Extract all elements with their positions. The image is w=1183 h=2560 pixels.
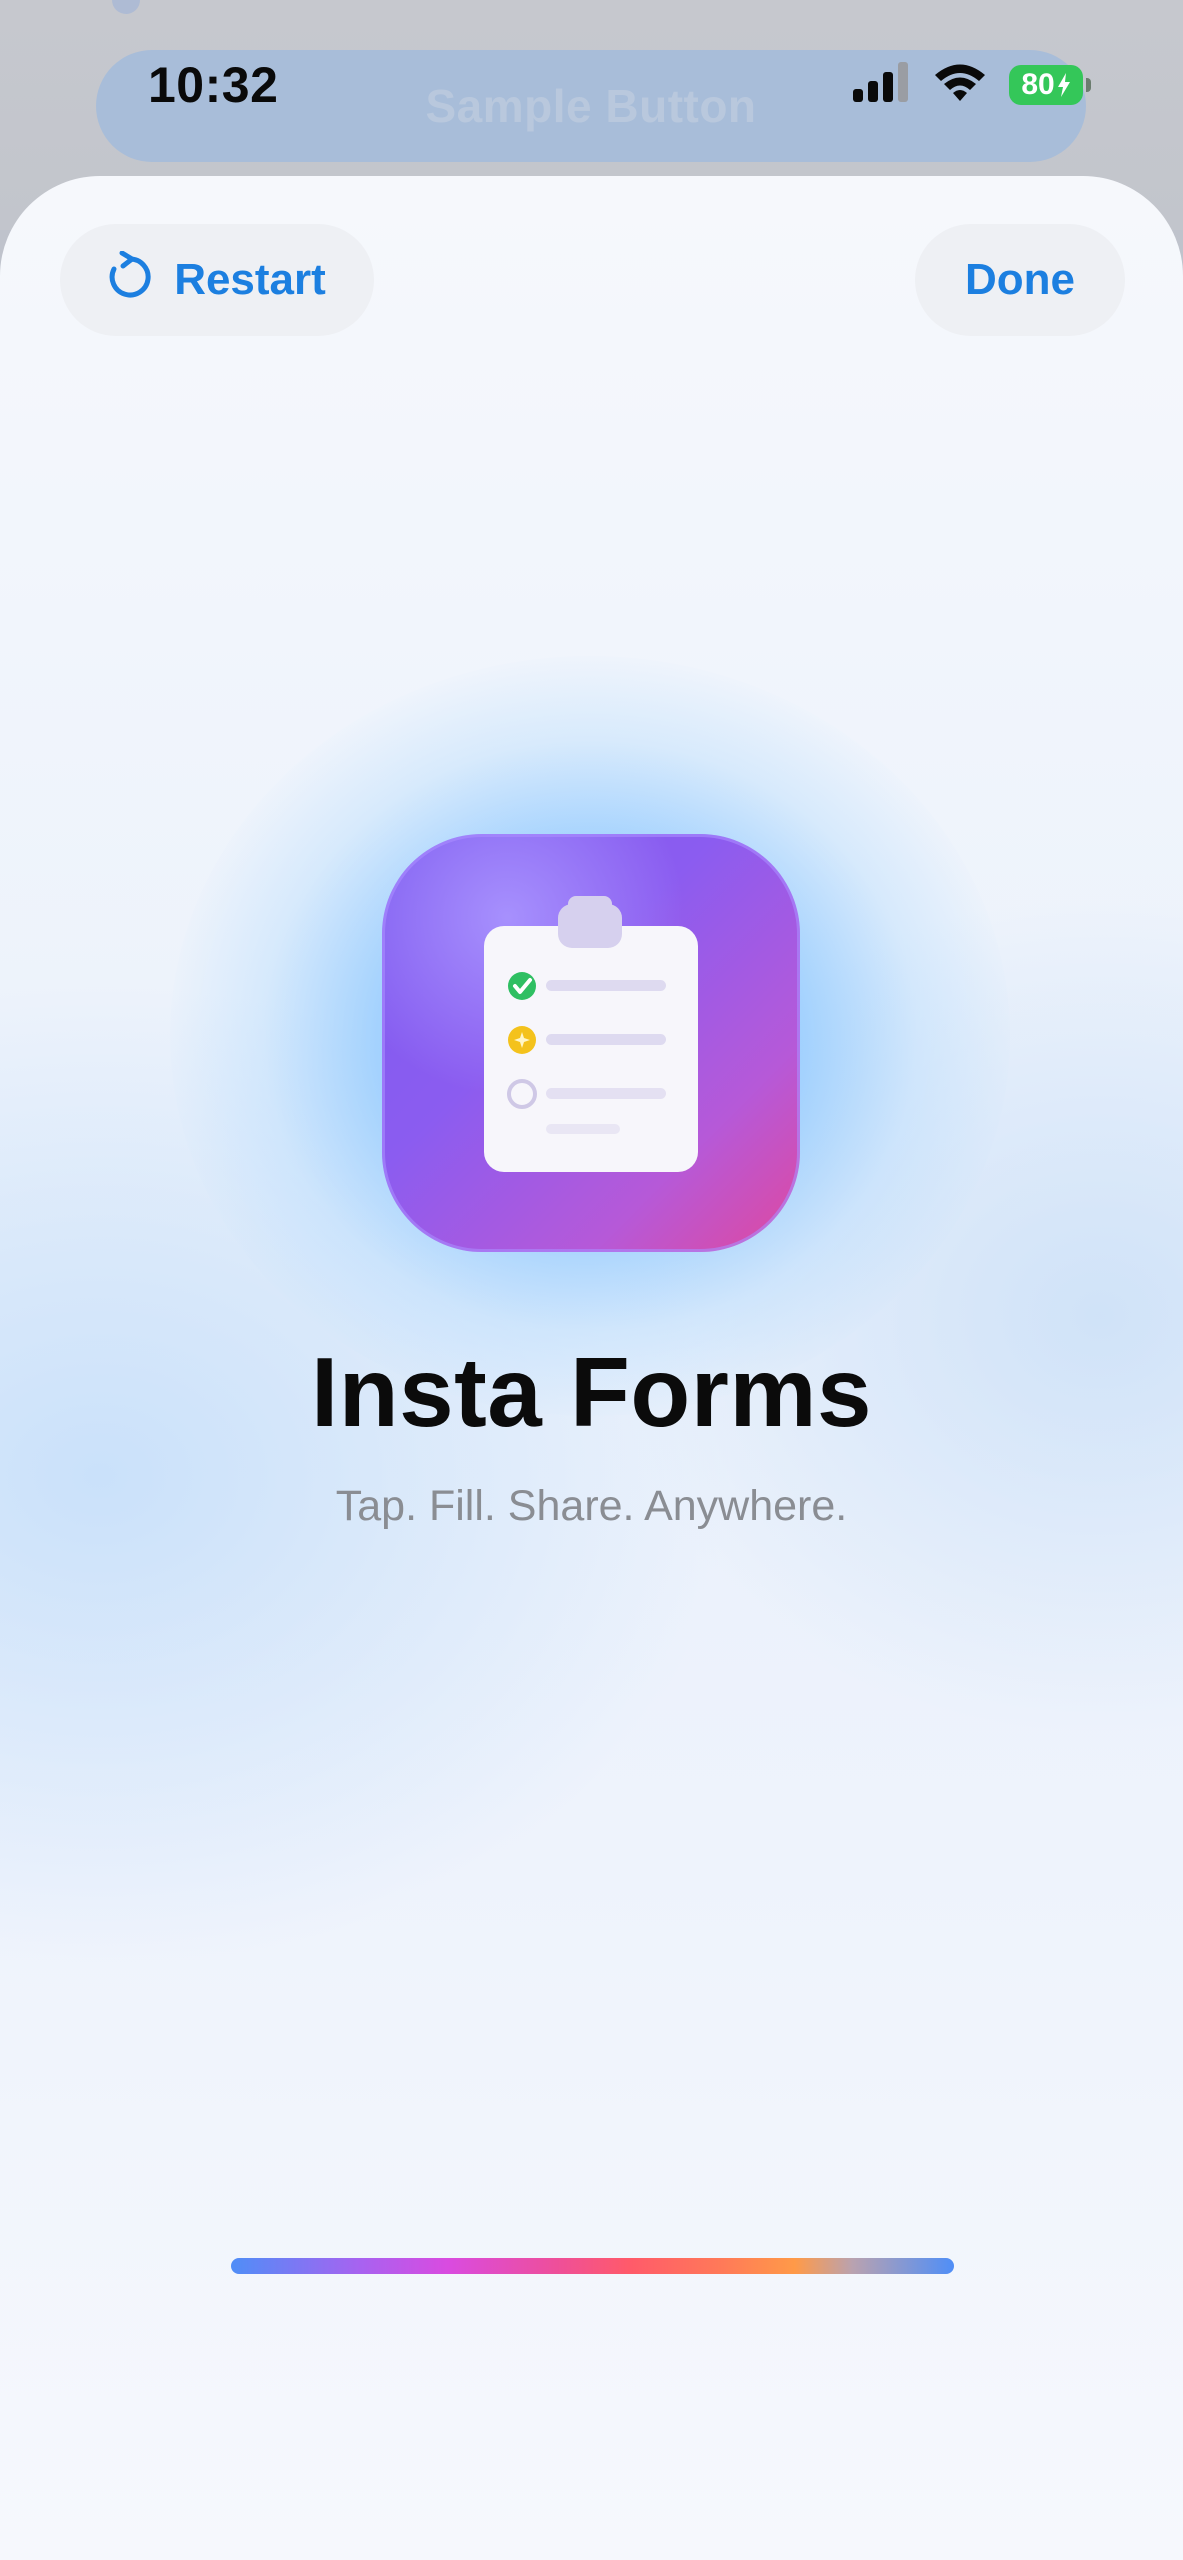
clipboard-checklist-icon xyxy=(484,896,698,1172)
restart-arrow-icon xyxy=(108,250,152,310)
status-time: 10:32 xyxy=(148,57,279,113)
onboarding-sheet: Restart Done Insta Forms Tap. Fill. Shar… xyxy=(0,176,1183,2560)
status-icons: 80 xyxy=(853,62,1091,107)
battery-icon: 80 xyxy=(1009,64,1091,105)
background-dot xyxy=(112,0,140,14)
battery-cap xyxy=(1086,77,1091,92)
cellular-signal-icon xyxy=(853,62,911,107)
charging-bolt-icon xyxy=(1057,72,1070,97)
done-label: Done xyxy=(965,255,1075,304)
app-icon xyxy=(382,834,800,1252)
gradient-progress-bar xyxy=(231,2258,954,2274)
battery-level: 80 xyxy=(1021,67,1055,101)
app-title: Insta Forms xyxy=(311,1337,872,1447)
app-tagline: Tap. Fill. Share. Anywhere. xyxy=(335,1482,848,1530)
done-button[interactable]: Done xyxy=(915,224,1125,336)
restart-label: Restart xyxy=(174,255,326,304)
wifi-icon xyxy=(933,62,987,107)
restart-button[interactable]: Restart xyxy=(60,224,374,336)
